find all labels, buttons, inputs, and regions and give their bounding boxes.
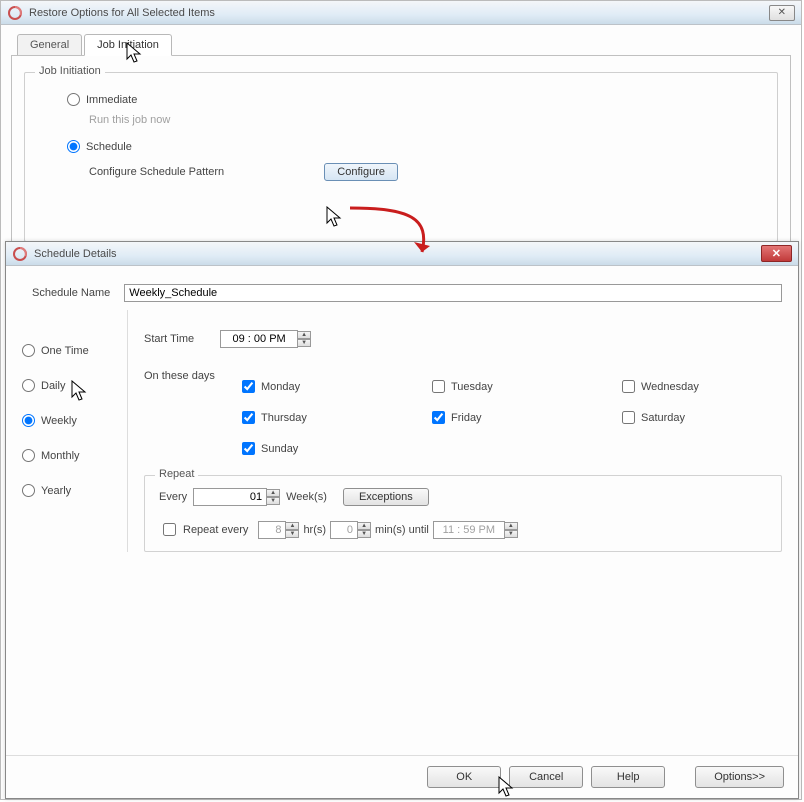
daily-label: Daily bbox=[41, 380, 65, 392]
tabs-row: General Job Initiation bbox=[17, 33, 801, 55]
immediate-label: Immediate bbox=[86, 94, 137, 106]
saturday-label: Saturday bbox=[641, 412, 685, 424]
monthly-radio[interactable] bbox=[22, 449, 35, 462]
wednesday-checkbox[interactable] bbox=[622, 380, 635, 393]
weekly-radio[interactable] bbox=[22, 414, 35, 427]
schedule-details-window: Schedule Details ✕ Schedule Name One Tim… bbox=[5, 241, 799, 799]
weeks-unit: Week(s) bbox=[286, 491, 327, 503]
repeat-every-label: Repeat every bbox=[183, 524, 248, 536]
friday-label: Friday bbox=[451, 412, 482, 424]
every-label: Every bbox=[159, 491, 187, 503]
repeat-legend: Repeat bbox=[155, 468, 198, 480]
tab-job-initiation[interactable]: Job Initiation bbox=[84, 34, 172, 56]
weekly-label: Weekly bbox=[41, 415, 77, 427]
spin-down-icon[interactable]: ▼ bbox=[504, 530, 518, 538]
mins-unit: min(s) until bbox=[375, 524, 429, 536]
tab-general[interactable]: General bbox=[17, 34, 82, 55]
tuesday-label: Tuesday bbox=[451, 381, 493, 393]
spin-down-icon[interactable]: ▼ bbox=[285, 530, 299, 538]
spin-up-icon[interactable]: ▲ bbox=[504, 522, 518, 530]
yearly-radio[interactable] bbox=[22, 484, 35, 497]
hrs-unit: hr(s) bbox=[303, 524, 326, 536]
restore-window-title: Restore Options for All Selected Items bbox=[29, 7, 769, 19]
start-time-input[interactable] bbox=[220, 330, 298, 348]
wednesday-label: Wednesday bbox=[641, 381, 699, 393]
hrs-input bbox=[258, 521, 286, 539]
ok-button[interactable]: OK bbox=[427, 766, 501, 788]
cancel-button[interactable]: Cancel bbox=[509, 766, 583, 788]
every-spinner[interactable]: ▲▼ bbox=[193, 488, 280, 506]
titlebar-restore: Restore Options for All Selected Items ✕ bbox=[1, 1, 801, 25]
schedule-name-label: Schedule Name bbox=[32, 287, 110, 299]
repeat-every-checkbox[interactable] bbox=[163, 523, 176, 536]
monday-checkbox[interactable] bbox=[242, 380, 255, 393]
spin-up-icon[interactable]: ▲ bbox=[357, 522, 371, 530]
days-label: On these days bbox=[144, 370, 216, 461]
start-time-label: Start Time bbox=[144, 333, 194, 345]
friday-checkbox[interactable] bbox=[432, 411, 445, 424]
configure-pattern-label: Configure Schedule Pattern bbox=[89, 166, 224, 178]
thursday-label: Thursday bbox=[261, 412, 307, 424]
titlebar-schedule: Schedule Details ✕ bbox=[6, 242, 798, 266]
spin-down-icon[interactable]: ▼ bbox=[297, 339, 311, 347]
app-icon bbox=[7, 5, 23, 21]
immediate-radio[interactable] bbox=[67, 93, 80, 106]
yearly-label: Yearly bbox=[41, 485, 71, 497]
until-input bbox=[433, 521, 505, 539]
spin-up-icon[interactable]: ▲ bbox=[297, 331, 311, 339]
dialog-footer: OK Cancel Help Options>> bbox=[6, 755, 798, 788]
one-time-radio[interactable] bbox=[22, 344, 35, 357]
every-input[interactable] bbox=[193, 488, 267, 506]
app-icon bbox=[12, 246, 28, 262]
spin-up-icon[interactable]: ▲ bbox=[266, 489, 280, 497]
frequency-radios: One Time Daily Weekly Monthly Yearly bbox=[22, 310, 111, 552]
schedule-window-title: Schedule Details bbox=[34, 248, 761, 260]
immediate-hint: Run this job now bbox=[89, 114, 759, 126]
help-button[interactable]: Help bbox=[591, 766, 665, 788]
saturday-checkbox[interactable] bbox=[622, 411, 635, 424]
schedule-name-input[interactable] bbox=[124, 284, 782, 302]
repeat-fieldset: Repeat Every ▲▼ Week(s) Exceptions Repea… bbox=[144, 475, 782, 552]
daily-radio[interactable] bbox=[22, 379, 35, 392]
close-schedule-button[interactable]: ✕ bbox=[761, 245, 792, 262]
mins-input bbox=[330, 521, 358, 539]
start-time-spinner[interactable]: ▲▼ bbox=[220, 330, 311, 348]
tuesday-checkbox[interactable] bbox=[432, 380, 445, 393]
thursday-checkbox[interactable] bbox=[242, 411, 255, 424]
schedule-radio[interactable] bbox=[67, 140, 80, 153]
sunday-checkbox[interactable] bbox=[242, 442, 255, 455]
job-initiation-fieldset: Job Initiation Immediate Run this job no… bbox=[24, 72, 778, 242]
job-initiation-legend: Job Initiation bbox=[35, 65, 105, 77]
hrs-spinner[interactable]: ▲▼ bbox=[258, 521, 299, 539]
mins-spinner[interactable]: ▲▼ bbox=[330, 521, 371, 539]
spin-up-icon[interactable]: ▲ bbox=[285, 522, 299, 530]
options-button[interactable]: Options>> bbox=[695, 766, 784, 788]
sunday-label: Sunday bbox=[261, 443, 298, 455]
spin-down-icon[interactable]: ▼ bbox=[266, 497, 280, 505]
spin-down-icon[interactable]: ▼ bbox=[357, 530, 371, 538]
until-spinner[interactable]: ▲▼ bbox=[433, 521, 518, 539]
monday-label: Monday bbox=[261, 381, 300, 393]
close-restore-button[interactable]: ✕ bbox=[769, 5, 795, 21]
one-time-label: One Time bbox=[41, 345, 89, 357]
monthly-label: Monthly bbox=[41, 450, 80, 462]
schedule-label: Schedule bbox=[86, 141, 132, 153]
exceptions-button[interactable]: Exceptions bbox=[343, 488, 429, 506]
configure-button[interactable]: Configure bbox=[324, 163, 398, 181]
